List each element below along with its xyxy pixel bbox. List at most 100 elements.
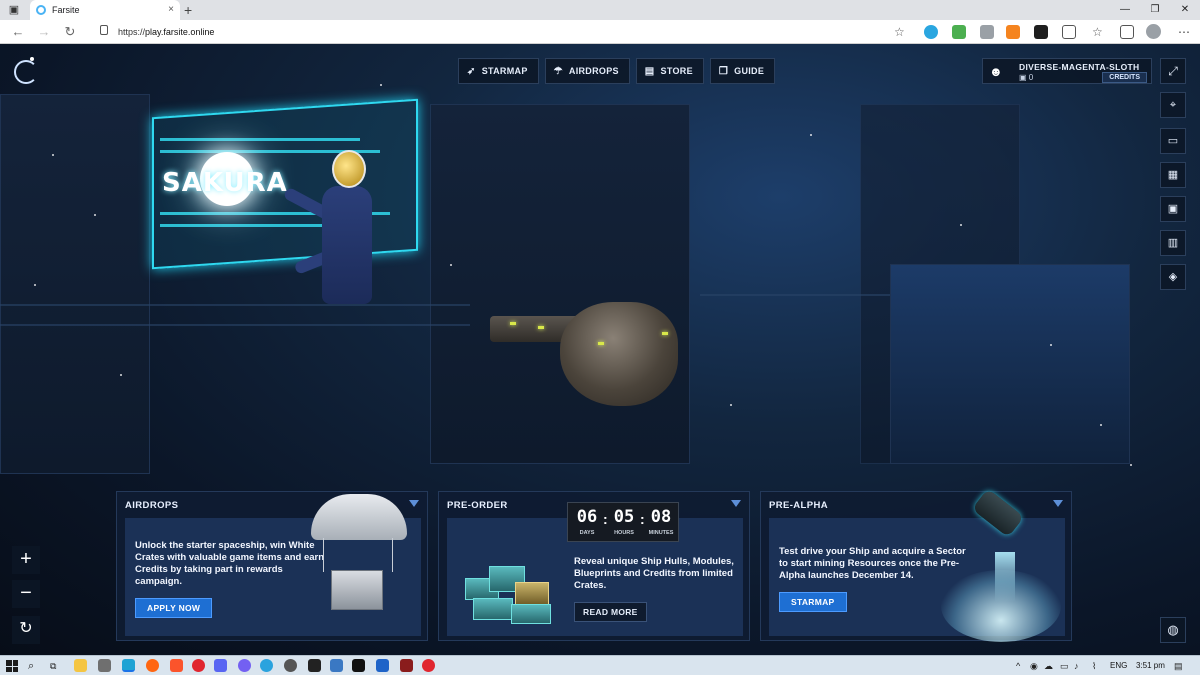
discord-icon[interactable] [214,659,227,672]
globe-icon[interactable]: ◍ [1160,617,1186,643]
preorder-description: Reveal unique Ship Hulls, Modules, Bluep… [574,556,734,591]
game-viewport[interactable]: ➶ STARMAP ☂ AIRDROPS ▤ STORE ❐ GUIDE ☻ D… [0,44,1200,655]
star [960,224,962,226]
windows-start-icon[interactable] [6,660,18,672]
maximize-icon[interactable]: ❐ [1140,0,1170,20]
tray-chevron-icon[interactable]: ^ [1016,660,1020,672]
app-icon[interactable] [284,659,297,672]
more-menu-icon[interactable]: ⋯ [1178,24,1190,40]
farsite-logo[interactable] [14,60,38,84]
search-icon[interactable]: ⌕ [28,660,34,672]
tab-actions-icon[interactable]: ▣ [6,2,22,18]
starmap-button[interactable]: STARMAP [779,592,847,612]
firefox-icon[interactable] [146,659,159,672]
credits-button[interactable]: CREDITS [1102,72,1147,83]
card-body: Test drive your Ship and acquire a Secto… [769,518,1065,642]
nav-starmap-button[interactable]: ➶ STARMAP [458,58,539,84]
app-icon[interactable] [98,659,111,672]
opera-gx-icon[interactable] [422,659,435,672]
recenter-icon[interactable]: ⌖ [1160,92,1186,118]
favorites-bar-icon[interactable]: ☆ [1092,24,1103,40]
grid-icon[interactable]: ▥ [1160,230,1186,256]
airdrops-description: Unlock the starter spaceship, win White … [135,540,325,587]
extension-2-icon[interactable] [952,25,966,39]
star [94,214,96,216]
star [1100,424,1102,426]
app-icon[interactable] [330,659,343,672]
map-icon[interactable]: ▦ [1160,162,1186,188]
close-tab-icon[interactable]: × [168,0,174,20]
chevron-down-icon[interactable] [409,500,419,507]
chip-icon[interactable]: ▣ [1160,196,1186,222]
unity-icon[interactable] [308,659,321,672]
station-wall-left [0,94,150,474]
file-explorer-icon[interactable] [74,659,87,672]
opera-icon[interactable] [192,659,205,672]
url-scheme: https:// [118,27,146,37]
fullscreen-icon[interactable]: ⤢ [1160,58,1186,84]
nav-airdrops-button[interactable]: ☂ AIRDROPS [544,58,630,84]
game-top-nav: ➶ STARMAP ☂ AIRDROPS ▤ STORE ❐ GUIDE [458,58,776,84]
chevron-down-icon[interactable] [731,500,741,507]
language-indicator[interactable]: ENG [1110,656,1127,675]
reset-view-icon[interactable]: ↻ [12,616,40,644]
extension-1-icon[interactable] [924,25,938,39]
zoom-out-button[interactable]: − [12,580,40,608]
tray-app-icon[interactable]: ▭ [1060,660,1069,672]
browser-tab[interactable]: Farsite × [30,0,180,20]
back-icon[interactable]: ← [10,24,26,40]
battery-icon[interactable]: ▭ [1160,128,1186,154]
zoom-in-button[interactable]: + [12,546,40,574]
countdown-hours-label: HOURS [614,530,634,536]
notifications-icon[interactable]: ▤ [1174,660,1183,672]
brave-icon[interactable] [170,659,183,672]
metamask-icon[interactable] [1006,25,1020,39]
card-body: Unlock the starter spaceship, win White … [125,494,421,636]
chevron-down-icon[interactable] [1053,500,1063,507]
app-icon[interactable] [400,659,413,672]
telegram-icon[interactable] [260,659,273,672]
nav-store-button[interactable]: ▤ STORE [635,58,704,84]
card-title: AIRDROPS [125,500,179,511]
nav-label: GUIDE [734,66,765,76]
lock-icon [100,25,108,35]
close-window-icon[interactable]: ✕ [1170,0,1200,20]
user-avatar-icon[interactable]: ☻ [989,64,1003,80]
favorite-star-icon[interactable]: ☆ [894,24,905,40]
app-icon[interactable] [376,659,389,672]
extension-5-icon[interactable] [1034,25,1048,39]
star [1050,344,1052,346]
book-icon: ❐ [718,65,729,77]
task-view-icon[interactable]: ⧉ [50,660,56,672]
network-icon[interactable]: ⌇ [1092,660,1096,672]
refresh-icon[interactable]: ↻ [62,24,78,40]
volume-icon[interactable]: ♪ [1074,660,1079,672]
preorder-countdown: 06 DAYS : 05 HOURS : 08 MINUTES [567,502,679,542]
read-more-button[interactable]: READ MORE [574,602,647,622]
apply-now-button[interactable]: APPLY NOW [135,598,213,618]
spaceship[interactable] [490,292,690,412]
viber-icon[interactable] [238,659,251,672]
clock[interactable]: 3:51 pm [1136,656,1165,675]
star [52,154,54,156]
extension-3-icon[interactable] [980,25,994,39]
address-bar[interactable]: https://play.farsite.online [92,22,912,42]
app-icon[interactable] [352,659,365,672]
collections-icon[interactable] [1120,25,1134,39]
extensions-puzzle-icon[interactable] [1062,25,1076,39]
credit-count-value: 0 [1028,73,1034,82]
tab-title: Farsite [52,5,80,15]
new-tab-button[interactable]: + [184,0,192,20]
nav-guide-button[interactable]: ❐ GUIDE [709,58,776,84]
layers-icon[interactable]: ◈ [1160,264,1186,290]
tray-app-icon[interactable]: ◉ [1030,660,1038,672]
minimize-icon[interactable]: — [1110,0,1140,20]
card-header[interactable]: PRE-ALPHA [761,492,1071,518]
countdown-hours: 05 HOURS [609,507,639,536]
nav-label: AIRDROPS [568,66,619,76]
onedrive-icon[interactable]: ☁ [1044,660,1053,672]
profile-avatar[interactable] [1146,24,1161,39]
edge-icon[interactable] [122,659,135,672]
forward-icon[interactable]: → [36,24,52,40]
card-title: PRE-ORDER [447,500,508,511]
